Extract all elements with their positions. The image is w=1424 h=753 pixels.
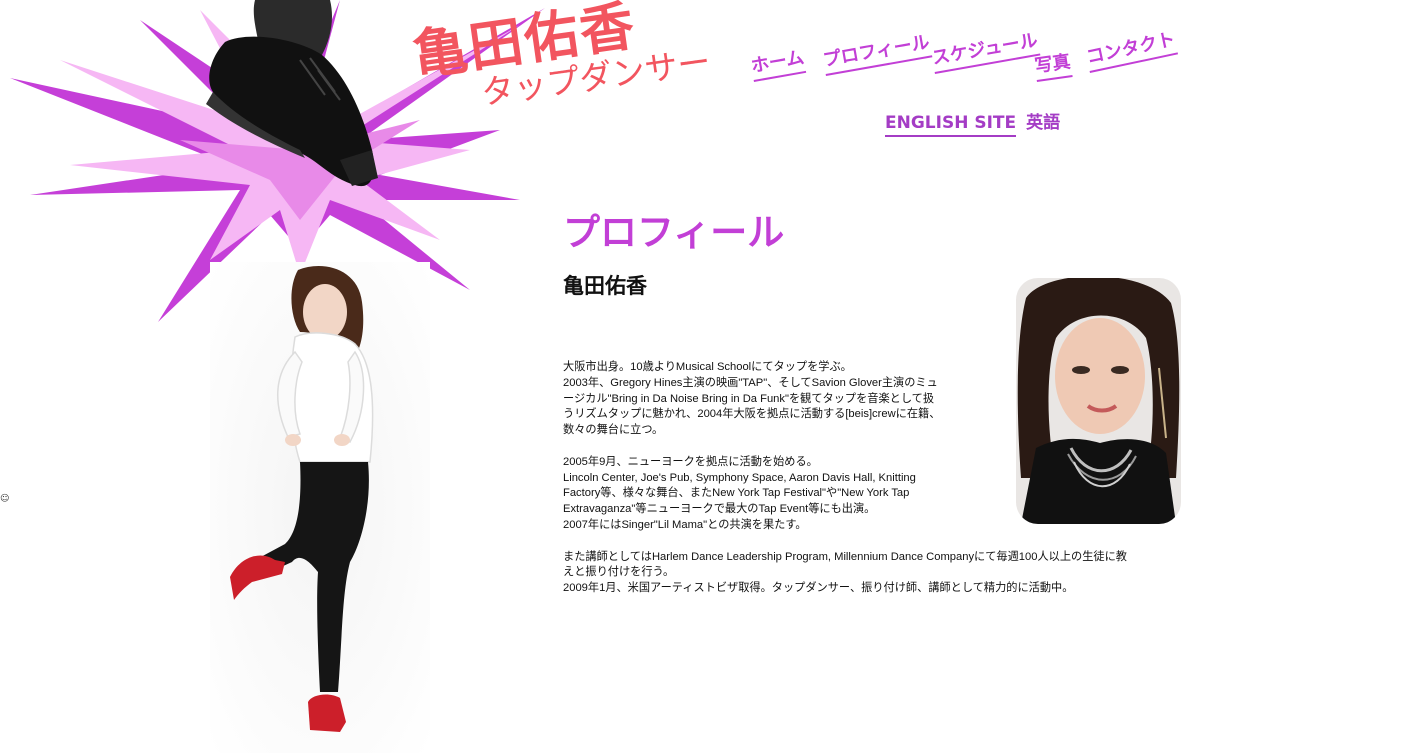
nav-contact[interactable]: コンタクト bbox=[1083, 24, 1179, 73]
person-name: 亀田佑香 bbox=[563, 274, 647, 298]
bio-line: また講師としてはHarlem Dance Leadership Program,… bbox=[563, 550, 1127, 563]
bio-line: 2003年、Gregory Hines主演の映画"TAP"、そしてSavion … bbox=[563, 376, 938, 389]
nav-profile[interactable]: プロフィール bbox=[820, 27, 933, 77]
dancer-photo bbox=[210, 262, 430, 753]
language-switch: ENGLISH SITE 英語 bbox=[885, 108, 1061, 137]
bio-line: 2007年にはSinger"Lil Mama"との共演を果たす。 bbox=[563, 518, 807, 531]
bio-line: えと振り付けを行う。 bbox=[563, 566, 675, 579]
bio-line: 大阪市出身。10歳よりMusical Schoolにてタップを学ぶ。 bbox=[563, 361, 852, 373]
bio-line: 数々の舞台に立つ。 bbox=[563, 424, 664, 437]
bio-line: Factory等、様々な舞台、またNew York Tap Festival"や… bbox=[563, 487, 910, 500]
site-title: 亀田佑香 タップダンサー bbox=[409, 0, 713, 118]
bio-line: 2005年9月、ニューヨークを拠点に活動を始める。 bbox=[563, 455, 818, 468]
nav-home[interactable]: ホーム bbox=[748, 43, 807, 82]
nav-photos[interactable]: 写真 bbox=[1032, 47, 1073, 82]
bio-line: Lincoln Center, Joe's Pub, Symphony Spac… bbox=[563, 471, 916, 484]
page: 亀田佑香 タップダンサー ホーム プロフィール スケジュール 写真 コンタクト … bbox=[0, 0, 1424, 753]
bio-line: 2009年1月、米国アーティストビザ取得。タップダンサー、振り付け師、講師として… bbox=[563, 582, 1074, 595]
bio-line: Extravaganza"等ニューヨークで最大のTap Event等にも出演。 bbox=[563, 503, 876, 516]
english-site-link[interactable]: ENGLISH SITE bbox=[885, 113, 1017, 137]
emoticon: ☺ bbox=[0, 494, 10, 504]
bio-line: ージカル"Bring in Da Noise Bring in Da Funk"… bbox=[563, 392, 935, 405]
page-title: プロフィール bbox=[563, 211, 785, 254]
nav-schedule[interactable]: スケジュール bbox=[929, 25, 1041, 75]
english-label: 英語 bbox=[1026, 113, 1061, 133]
biography: 大阪市出身。10歳よりMusical Schoolにてタップを学ぶ。 2003年… bbox=[563, 360, 1203, 597]
bio-line: うリズムタップに魅かれ、2004年大阪を拠点に活動する[beis]crewに在籍… bbox=[563, 408, 941, 421]
